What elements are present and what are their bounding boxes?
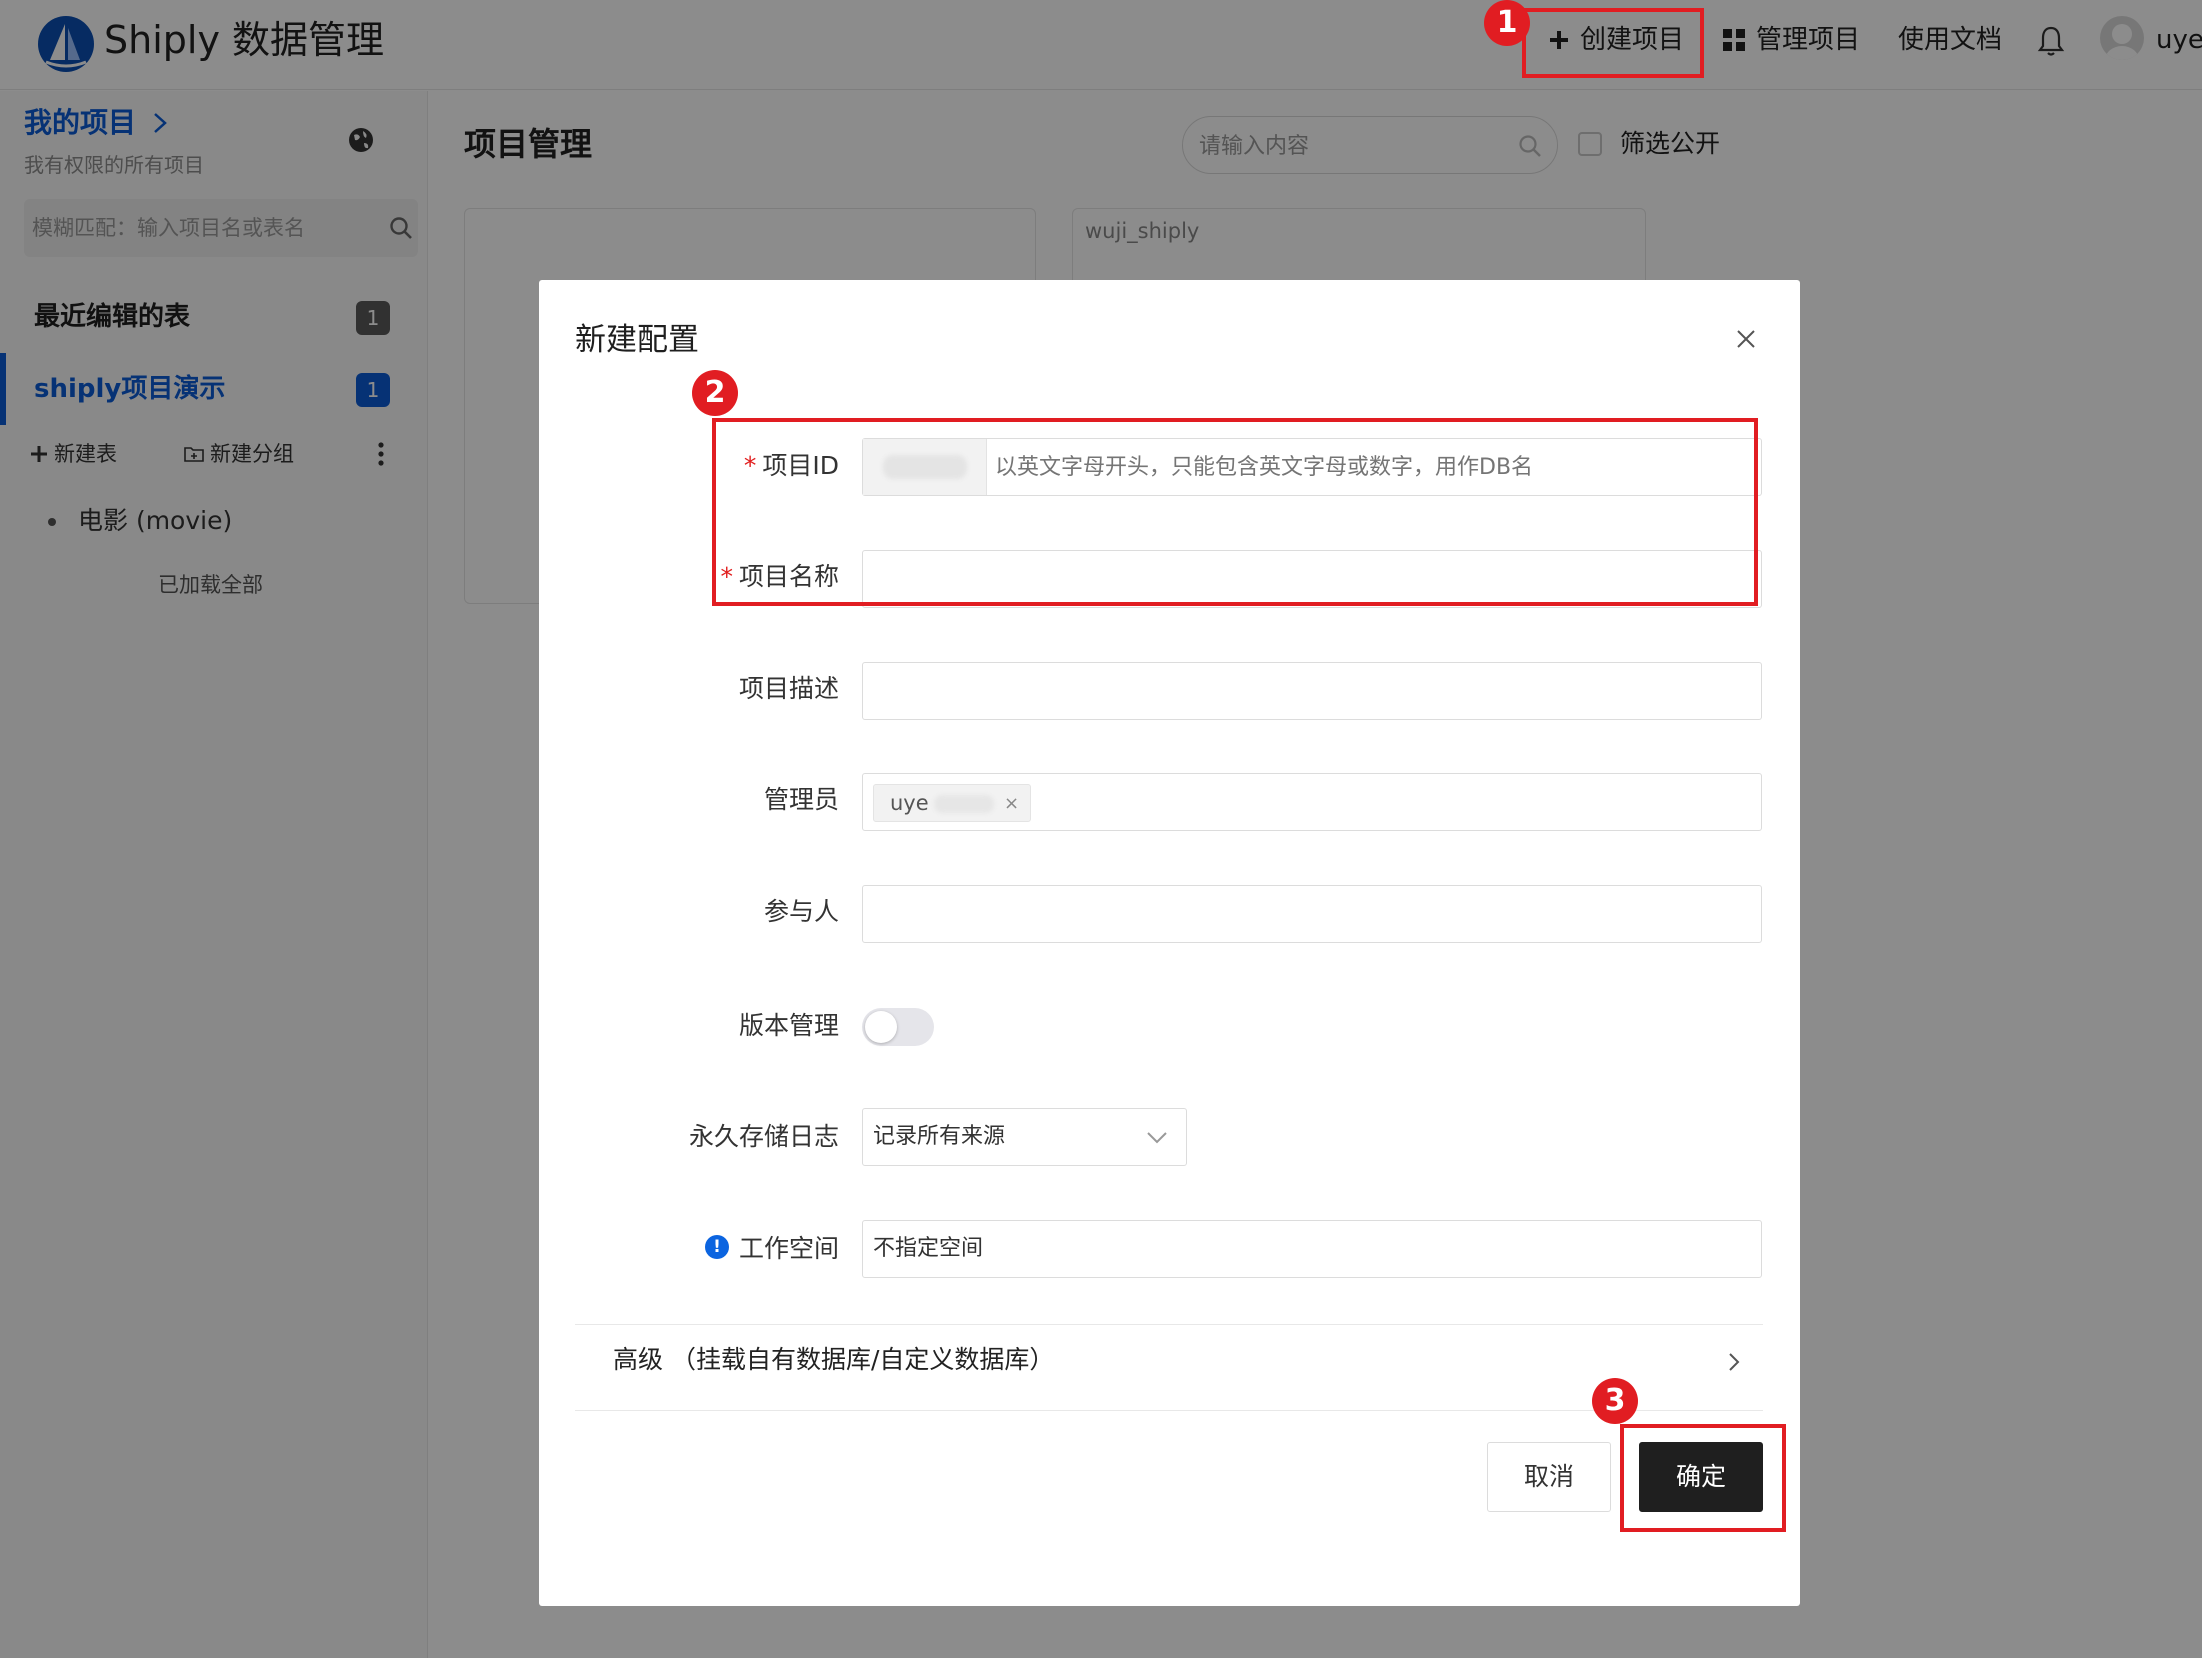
- cancel-button[interactable]: 取消: [1487, 1442, 1611, 1512]
- admins-field[interactable]: uye ×: [862, 773, 1762, 831]
- workspace-label-text: 工作空间: [738, 1234, 839, 1263]
- participants-label: 参与人: [763, 897, 839, 926]
- info-icon[interactable]: !: [704, 1235, 729, 1259]
- tag-remove-icon[interactable]: ×: [1004, 791, 1019, 817]
- step-marker-3: 3: [1592, 1378, 1638, 1424]
- participants-field[interactable]: [862, 885, 1762, 943]
- divider: [575, 1410, 1763, 1411]
- close-icon[interactable]: [1731, 324, 1761, 354]
- admin-tag: uye ×: [873, 784, 1031, 822]
- dialog-title: 新建配置: [575, 322, 699, 358]
- chevron-down-icon: [1147, 1132, 1167, 1144]
- highlight-box-confirm: [1620, 1424, 1786, 1532]
- workspace-label: ! 工作空间: [539, 1229, 839, 1269]
- chevron-right-icon[interactable]: [1724, 1350, 1744, 1374]
- description-label: 项目描述: [738, 674, 839, 703]
- advanced-section-toggle[interactable]: 高级 （挂载自有数据库/自定义数据库）: [613, 1340, 1054, 1380]
- blurred-tag-suffix: [934, 795, 994, 813]
- step-marker-1: 1: [1484, 0, 1530, 46]
- workspace-value: 不指定空间: [873, 1236, 984, 1261]
- admins-label: 管理员: [763, 785, 839, 814]
- versioning-label: 版本管理: [738, 1011, 839, 1040]
- workspace-field[interactable]: 不指定空间: [862, 1220, 1762, 1278]
- highlight-box-fields: [712, 418, 1758, 606]
- step-marker-2: 2: [692, 370, 738, 416]
- divider: [575, 1324, 1763, 1325]
- log-storage-value: 记录所有来源: [873, 1124, 1006, 1149]
- admin-tag-label: uye: [890, 791, 929, 815]
- versioning-toggle[interactable]: [862, 1008, 934, 1046]
- highlight-box-create: [1522, 8, 1704, 78]
- app-window: Shiply 数据管理 创建项目 管理项目 使用文档 uye 我的项目 我有权限…: [0, 0, 2202, 1658]
- log-storage-select[interactable]: 记录所有来源: [862, 1108, 1187, 1166]
- log-storage-label: 永久存储日志: [688, 1122, 839, 1151]
- description-input[interactable]: [875, 671, 1735, 711]
- description-field: [862, 662, 1762, 720]
